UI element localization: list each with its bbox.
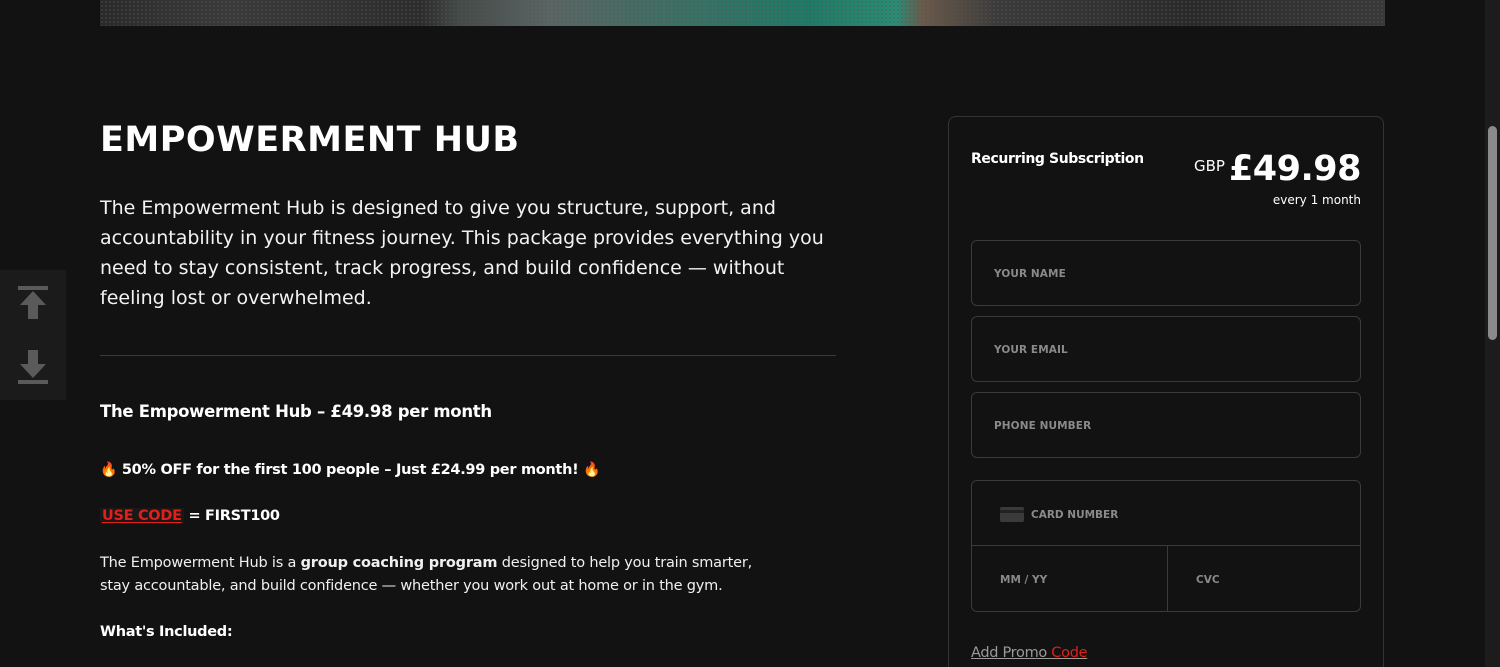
divider	[100, 355, 836, 356]
card-number-placeholder: CARD NUMBER	[1031, 509, 1119, 521]
code-value: = FIRST100	[188, 508, 280, 524]
email-placeholder: YOUR EMAIL	[994, 344, 1068, 356]
cvc-field[interactable]: CVC	[1168, 546, 1360, 611]
page-title: EMPOWERMENT HUB	[100, 120, 520, 160]
included-heading: What's Included:	[100, 624, 233, 640]
promo-text-2: Code	[1051, 645, 1088, 661]
hero-image	[100, 0, 1385, 26]
intro-paragraph: The Empowerment Hub is designed to give …	[100, 197, 824, 309]
email-field[interactable]: YOUR EMAIL	[971, 316, 1361, 382]
scroll-to-top-icon	[18, 286, 48, 319]
credit-card-icon	[1000, 507, 1024, 522]
desc-bold: group coaching program	[300, 555, 498, 571]
promo-code-line: USE CODE = FIRST100	[100, 508, 280, 524]
name-placeholder: YOUR NAME	[994, 268, 1066, 280]
fire-icon: 🔥	[583, 462, 601, 478]
page: EMPOWERMENT HUB The Empowerment Hub is d…	[0, 0, 1500, 667]
cvc-placeholder: CVC	[1196, 574, 1220, 586]
offer-text: 🔥 50% OFF for the first 100 people – Jus…	[100, 462, 601, 478]
scrollbar-thumb[interactable]	[1488, 126, 1497, 340]
description-paragraph: The Empowerment Hub is a group coaching …	[100, 552, 780, 598]
scroll-to-bottom-icon	[18, 350, 48, 384]
offer-label: 50% OFF for the first 100 people – Just …	[121, 462, 579, 478]
subscription-label: Recurring Subscription	[971, 151, 1144, 167]
card-number-field[interactable]: CARD NUMBER	[972, 481, 1360, 546]
price-value: £49.98	[1228, 149, 1362, 189]
add-promo-code-link[interactable]: Add Promo Code	[971, 645, 1088, 661]
page-scrollbar[interactable]	[1485, 0, 1500, 667]
price-block: GBP £49.98 every 1 month	[1193, 149, 1362, 207]
phone-placeholder: PHONE NUMBER	[994, 420, 1092, 432]
use-code-label: USE CODE	[100, 508, 184, 524]
currency-label: GBP	[1193, 157, 1225, 175]
scroll-widget	[0, 270, 66, 400]
name-field[interactable]: YOUR NAME	[971, 240, 1361, 306]
desc-start: The Empowerment Hub is a	[100, 555, 301, 571]
promo-text-1: Add Promo	[971, 645, 1052, 661]
phone-field[interactable]: PHONE NUMBER	[971, 392, 1361, 458]
expiry-placeholder: MM / YY	[1000, 574, 1048, 586]
package-title: The Empowerment Hub – £49.98 per month	[100, 402, 492, 421]
scroll-to-bottom-button[interactable]	[0, 336, 66, 398]
scroll-to-top-button[interactable]	[0, 272, 66, 334]
fire-icon: 🔥	[100, 462, 118, 478]
billing-period: every 1 month	[1272, 193, 1361, 207]
card-input-group: CARD NUMBER MM / YY CVC	[971, 480, 1361, 612]
checkout-panel: Recurring Subscription GBP £49.98 every 1…	[948, 116, 1384, 667]
expiry-field[interactable]: MM / YY	[972, 546, 1168, 611]
